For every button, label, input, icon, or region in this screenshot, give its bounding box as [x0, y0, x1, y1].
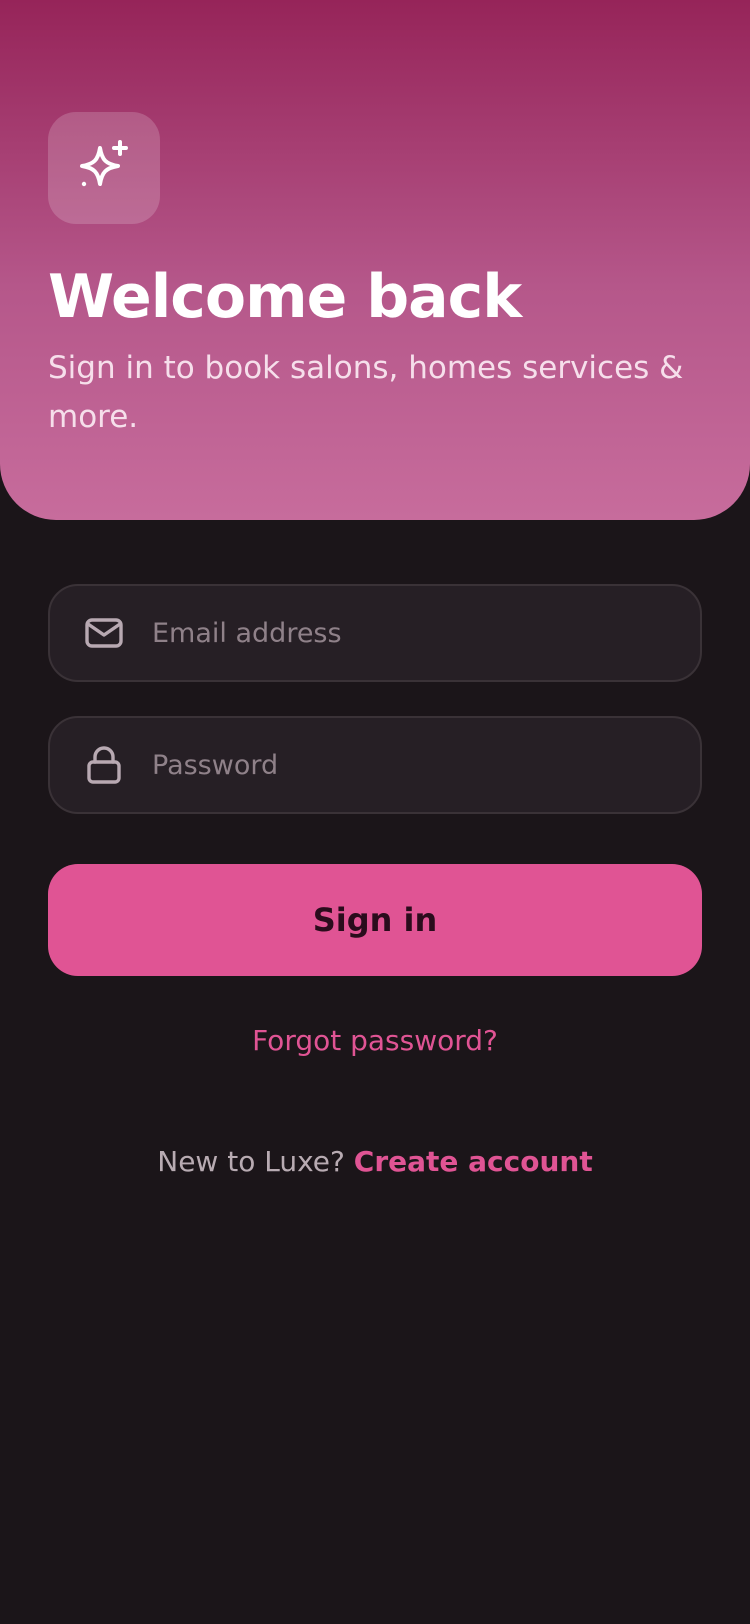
- signup-prompt: New to Luxe? Create account: [0, 1145, 750, 1178]
- mail-icon: [84, 613, 124, 653]
- create-account-link[interactable]: Create account: [354, 1145, 593, 1178]
- sign-in-button[interactable]: Sign in: [48, 864, 702, 976]
- login-screen: Welcome back Sign in to book salons, hom…: [0, 0, 750, 1624]
- password-field[interactable]: [48, 716, 702, 814]
- signup-prompt-text: New to Luxe?: [157, 1145, 354, 1178]
- password-input[interactable]: [150, 748, 670, 782]
- page-title: Welcome back: [48, 262, 522, 332]
- email-input[interactable]: [150, 616, 670, 650]
- page-subtitle: Sign in to book salons, homes services &…: [48, 350, 684, 435]
- sparkle-icon: [80, 140, 128, 187]
- app-logo: [48, 112, 160, 224]
- forgot-password-link[interactable]: Forgot password?: [0, 1024, 750, 1057]
- hero-header: Welcome back Sign in to book salons, hom…: [0, 0, 750, 520]
- lock-icon: [84, 745, 124, 785]
- email-field[interactable]: [48, 584, 702, 682]
